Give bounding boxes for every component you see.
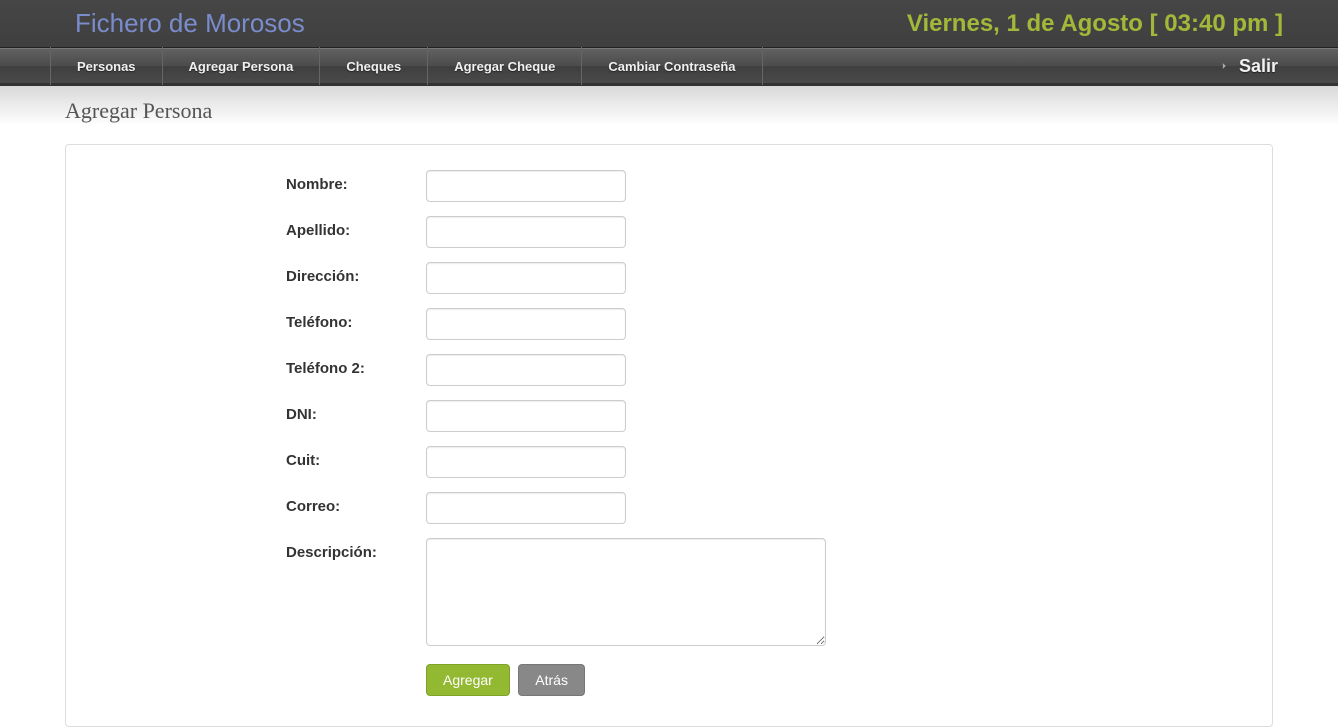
input-telefono[interactable] xyxy=(426,308,626,340)
form-row-direccion: Dirección: xyxy=(86,262,1252,294)
header-bar: Fichero de Morosos Viernes, 1 de Agosto … xyxy=(0,0,1338,48)
nav-item-cheques[interactable]: Cheques xyxy=(320,47,428,85)
form-panel: Nombre: Apellido: Dirección: Teléfono: T… xyxy=(65,144,1273,727)
nav-exit[interactable]: Salir xyxy=(1217,56,1278,77)
nav-item-personas[interactable]: Personas xyxy=(50,47,163,85)
form-row-dni: DNI: xyxy=(86,400,1252,432)
label-nombre: Nombre: xyxy=(86,170,426,193)
content: Agregar Persona Nombre: Apellido: Direcc… xyxy=(0,98,1338,727)
nav-exit-label: Salir xyxy=(1239,56,1278,77)
label-cuit: Cuit: xyxy=(86,446,426,469)
label-descripcion: Descripción: xyxy=(86,538,426,561)
nav-item-agregar-persona[interactable]: Agregar Persona xyxy=(163,47,321,85)
nav-items: Personas Agregar Persona Cheques Agregar… xyxy=(50,47,763,85)
input-cuit[interactable] xyxy=(426,446,626,478)
label-telefono: Teléfono: xyxy=(86,308,426,331)
input-telefono2[interactable] xyxy=(426,354,626,386)
form-row-telefono2: Teléfono 2: xyxy=(86,354,1252,386)
form-row-apellido: Apellido: xyxy=(86,216,1252,248)
nav-bar: Personas Agregar Persona Cheques Agregar… xyxy=(0,48,1338,86)
arrow-right-icon xyxy=(1217,59,1231,73)
nav-item-cambiar-contrasena[interactable]: Cambiar Contraseña xyxy=(582,47,762,85)
input-nombre[interactable] xyxy=(426,170,626,202)
form-row-telefono: Teléfono: xyxy=(86,308,1252,340)
nav-item-agregar-cheque[interactable]: Agregar Cheque xyxy=(428,47,582,85)
back-button[interactable]: Atrás xyxy=(518,664,585,696)
input-correo[interactable] xyxy=(426,492,626,524)
submit-button[interactable]: Agregar xyxy=(426,664,510,696)
form-row-cuit: Cuit: xyxy=(86,446,1252,478)
label-telefono2: Teléfono 2: xyxy=(86,354,426,377)
form-row-correo: Correo: xyxy=(86,492,1252,524)
input-apellido[interactable] xyxy=(426,216,626,248)
input-direccion[interactable] xyxy=(426,262,626,294)
app-title: Fichero de Morosos xyxy=(75,8,305,39)
textarea-descripcion[interactable] xyxy=(426,538,826,646)
label-correo: Correo: xyxy=(86,492,426,515)
label-apellido: Apellido: xyxy=(86,216,426,239)
input-dni[interactable] xyxy=(426,400,626,432)
page-heading: Agregar Persona xyxy=(65,98,1273,124)
form-row-nombre: Nombre: xyxy=(86,170,1252,202)
buttons-row: Agregar Atrás xyxy=(426,664,1252,696)
header-datetime: Viernes, 1 de Agosto [ 03:40 pm ] xyxy=(907,10,1283,38)
label-direccion: Dirección: xyxy=(86,262,426,285)
form-row-descripcion: Descripción: xyxy=(86,538,1252,646)
label-dni: DNI: xyxy=(86,400,426,423)
